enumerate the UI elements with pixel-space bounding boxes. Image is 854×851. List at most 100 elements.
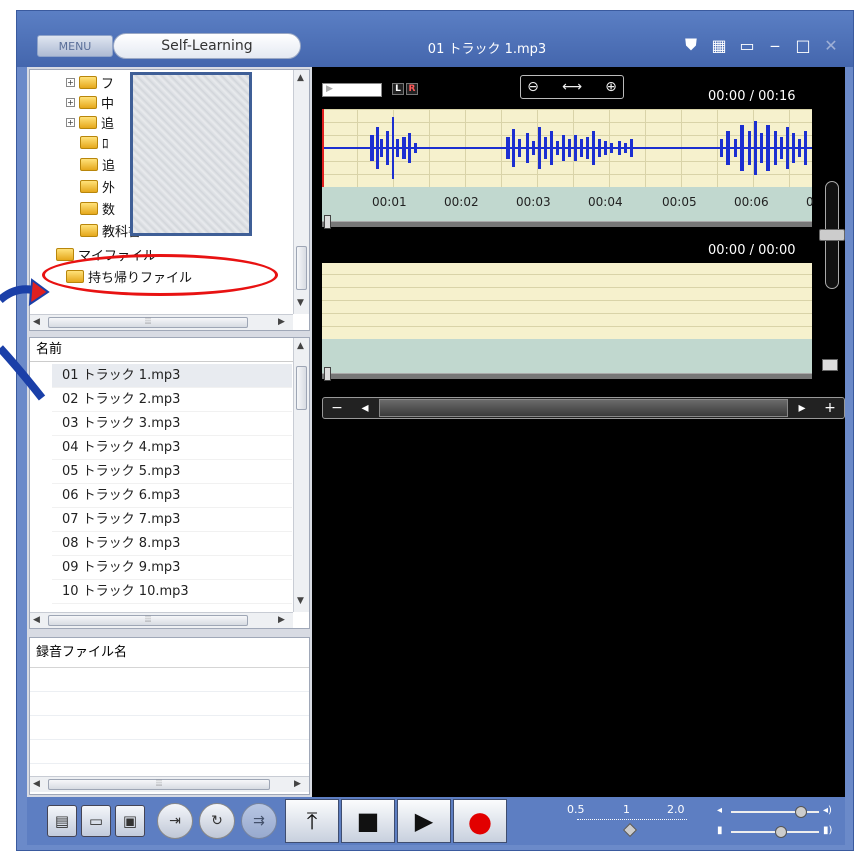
scroll-right-icon[interactable]: ▶ [278,615,285,625]
list-item[interactable]: 01 トラック 1.mp3 [52,364,292,388]
list-horizontal-scrollbar[interactable]: ◀ ⦙⦙⦙ ▶ [30,612,293,628]
scroll-right-icon[interactable]: ▶ [294,779,301,789]
close-icon[interactable]: ✕ [821,35,841,55]
list-item[interactable] [30,716,309,740]
list-vertical-scrollbar[interactable]: ▲ ▼ [293,338,309,612]
scroll-right-icon[interactable]: ▸ [788,399,816,417]
list-item[interactable]: 09 トラック 9.mp3 [52,556,292,580]
tree-item[interactable]: + 中 [66,92,114,112]
scroll-right-icon[interactable]: ▶ [278,317,285,327]
tree-item[interactable]: 追 [80,154,115,174]
record-icon[interactable]: ● [453,799,507,843]
fit-width-icon[interactable]: ⟷ [545,76,599,98]
tick-label: 00:02 [444,195,479,209]
list-item[interactable]: 02 トラック 2.mp3 [52,388,292,412]
folder-icon [56,247,74,261]
tree-horizontal-scrollbar[interactable]: ◀ ⦙⦙⦙ ▶ [30,314,293,330]
list-item[interactable] [30,668,309,692]
time-readout-bottom: 00:00 / 00:00 [708,243,796,258]
right-channel-button[interactable]: R [406,83,418,95]
folder-icon [79,95,97,109]
left-channel-button[interactable]: L [392,83,404,95]
zoom-minus-icon[interactable]: − [323,399,351,417]
tree-item[interactable]: 外 [80,176,115,196]
ab-repeat-icon[interactable]: ⇥ [157,803,193,839]
scroll-up-icon[interactable]: ▲ [297,73,304,83]
speed-label: 0.5 [567,803,585,816]
recording-ruler[interactable] [322,339,812,373]
minimize-icon[interactable]: ‒ [765,35,785,55]
scroll-thumb[interactable] [296,366,307,410]
list-item[interactable]: 07 トラック 7.mp3 [52,508,292,532]
grid-icon[interactable]: ▦ [709,35,729,55]
list-header-name[interactable]: 名前 [30,338,293,362]
expand-icon[interactable]: + [66,77,75,87]
menu-button[interactable]: MENU [37,35,113,57]
scroll-down-icon[interactable]: ▼ [297,298,304,308]
tree-item[interactable]: + 追 [66,112,114,132]
scroll-up-icon[interactable]: ▲ [297,341,304,351]
expand-icon[interactable]: + [66,117,75,127]
list-item[interactable]: 10 トラック 10.mp3 [52,580,292,604]
mini-play-field[interactable]: ▶ [322,83,382,97]
slider-knob[interactable] [795,806,807,818]
list-item[interactable] [30,692,309,716]
position-slider-knob-2[interactable] [324,367,331,381]
list-item[interactable]: 03 トラック 3.mp3 [52,412,292,436]
annotation-highlight-oval [42,254,278,296]
speed-control[interactable]: 0.5 1 2.0 [567,801,707,841]
scroll-thumb[interactable]: ⦙⦙⦙ [48,317,248,328]
zoom-out-icon[interactable]: ⊖ [521,76,545,98]
document-icon[interactable]: ▤ [47,805,77,837]
stop-icon[interactable]: ■ [341,799,395,843]
position-slider-track[interactable] [322,221,812,227]
slider-knob[interactable] [775,826,787,838]
list-item[interactable]: 04 トラック 4.mp3 [52,436,292,460]
timeline-scroll-track[interactable] [379,399,788,417]
scroll-thumb[interactable]: ⦙⦙⦙ [48,615,248,626]
tree-item[interactable]: + フ [66,72,114,92]
return-icon[interactable]: ⤒ [285,799,339,843]
expand-icon[interactable]: + [66,97,75,107]
scroll-thumb[interactable]: ⦙⦙⦙ [48,779,270,790]
scroll-left-icon[interactable]: ◀ [33,779,40,789]
maximize-icon[interactable]: □ [793,35,813,55]
scroll-left-icon[interactable]: ◀ [33,615,40,625]
folder-icon [79,75,97,89]
recording-header[interactable]: 録音ファイル名 [30,638,309,668]
list-item[interactable] [30,740,309,764]
tree-item[interactable]: 数 [80,198,115,218]
position-slider-track-2[interactable] [322,373,812,379]
zoom-in-icon[interactable]: ⊕ [599,76,623,98]
waveform-track-2[interactable] [322,263,812,339]
tree-item[interactable]: ﾛ [80,132,109,152]
pin-icon[interactable]: ⛊ [681,35,701,55]
control-bar: ▤ ▭ ▣ ⇥ ↻ ⇉ ⤒ ■ ▶ ● 0.5 1 2.0 ◂ ◂) ▮ ▮) [27,797,845,845]
folder-icon [80,135,98,149]
scroll-down-icon[interactable]: ▼ [297,596,304,606]
compact-icon[interactable]: ▭ [737,35,757,55]
mode-selector[interactable]: Self-Learning [113,33,301,59]
scroll-thumb[interactable] [296,246,307,290]
tree-vertical-scrollbar[interactable]: ▲ ▼ [293,70,309,314]
play-icon[interactable]: ▶ [397,799,451,843]
timeline-ruler[interactable]: 00:01 00:02 00:03 00:04 00:05 00:06 0 [322,187,814,221]
list-item[interactable]: 05 トラック 5.mp3 [52,460,292,484]
mic-low-icon: ▮ [717,825,723,836]
waveform-track-1[interactable] [322,109,812,187]
skip-icon[interactable]: ⇉ [241,803,277,839]
folder-icon [80,157,98,171]
vertical-volume-knob[interactable] [819,229,845,241]
scroll-left-icon[interactable]: ◂ [351,399,379,417]
recording-horizontal-scrollbar[interactable]: ◀ ⦙⦙⦙ ▶ [30,776,309,792]
zoom-plus-icon[interactable]: + [816,399,844,417]
list-item[interactable]: 06 トラック 6.mp3 [52,484,292,508]
loop-icon[interactable]: ↻ [199,803,235,839]
playback-volume-slider[interactable]: ◂ ◂) [717,805,837,819]
folder-icon[interactable]: ▭ [81,805,111,837]
position-slider-knob[interactable] [324,215,331,229]
save-icon[interactable]: ▣ [115,805,145,837]
save-icon[interactable] [822,359,838,371]
list-item[interactable]: 08 トラック 8.mp3 [52,532,292,556]
mic-volume-slider[interactable]: ▮ ▮) [717,825,837,839]
